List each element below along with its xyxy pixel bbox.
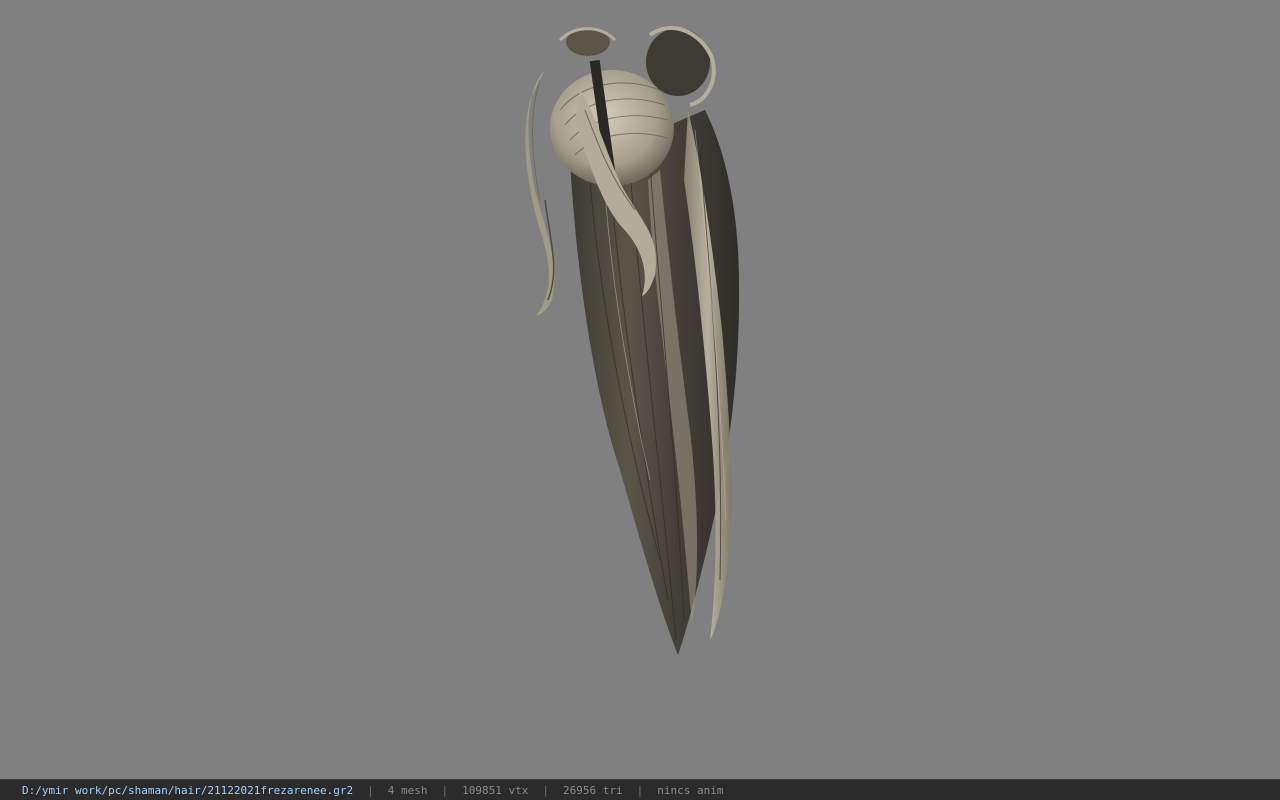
3d-viewport[interactable] bbox=[0, 0, 1280, 779]
triangle-count-label: 26956 tri bbox=[563, 783, 623, 797]
left-wavy-strand bbox=[525, 70, 555, 316]
status-bar: D:/ymir work/pc/shaman/hair/21122021frez… bbox=[0, 779, 1280, 800]
vertex-count-label: 109851 vtx bbox=[462, 783, 529, 797]
mesh-count-label: 4 mesh bbox=[387, 783, 428, 797]
separator: | bbox=[636, 783, 644, 797]
file-path-label: D:/ymir work/pc/shaman/hair/21122021frez… bbox=[22, 783, 354, 797]
separator: | bbox=[367, 783, 374, 797]
anim-status-label: nincs anim bbox=[657, 783, 724, 797]
separator: | bbox=[441, 783, 449, 797]
separator: | bbox=[542, 783, 549, 797]
hair-model-icon bbox=[525, 26, 740, 655]
